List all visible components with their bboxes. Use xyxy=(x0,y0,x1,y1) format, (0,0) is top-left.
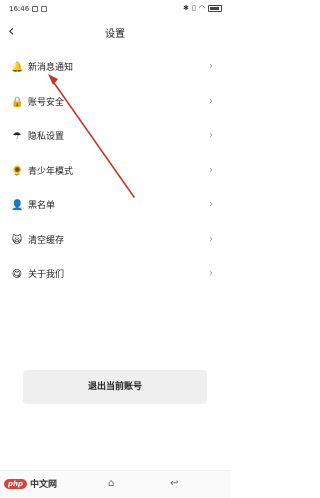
notification-icon xyxy=(41,6,48,12)
menu-item-privacy-settings[interactable]: ☂ 隐私设置 › xyxy=(0,121,230,156)
face-icon: 🙀 xyxy=(11,234,23,246)
menu-item-youth-mode[interactable]: 🌻 青少年模式 › xyxy=(0,156,230,191)
chevron-right-icon: › xyxy=(209,61,213,72)
home-icon[interactable]: ⌂ xyxy=(108,478,114,489)
status-left: 16:46 xyxy=(9,5,48,13)
notification-icon xyxy=(32,6,39,12)
nav-bar: ‹ 设置 xyxy=(0,20,230,44)
lock-icon: 🔒 xyxy=(11,96,24,108)
smile-icon: 😋 xyxy=(11,269,23,280)
menu-item-label: 青少年模式 xyxy=(28,166,74,177)
menu-item-label: 新消息通知 xyxy=(28,63,74,73)
menu-item-about-us[interactable]: 😋 关于我们 › xyxy=(0,259,230,294)
menu-item-label: 关于我们 xyxy=(28,270,65,280)
chevron-right-icon: › xyxy=(209,268,213,279)
chevron-right-icon: › xyxy=(209,199,213,210)
menu-item-blacklist[interactable]: 👤 黑名单 › xyxy=(0,190,230,225)
watermark: php 中文网 xyxy=(4,477,57,490)
menu-item-account-security[interactable]: 🔒 账号安全 › xyxy=(0,87,230,122)
back-icon[interactable]: ↩ xyxy=(170,478,178,489)
wifi-icon: ◠ xyxy=(198,4,205,12)
chevron-right-icon: › xyxy=(209,233,213,245)
settings-menu: 🔔 新消息通知 › 🔒 账号安全 › ☂ 隐私设置 › 🌻 青少年模式 › 👤 … xyxy=(0,52,230,294)
bell-icon: 🔔 xyxy=(11,62,24,73)
logout-button[interactable]: 退出当前账号 xyxy=(23,370,207,404)
system-nav-bar: php 中文网 ⌂ ↩ xyxy=(0,470,230,498)
watermark-badge: php xyxy=(4,478,28,489)
menu-item-label: 隐私设置 xyxy=(28,132,65,142)
status-time: 16:46 xyxy=(9,5,30,13)
watermark-text: 中文网 xyxy=(30,480,58,490)
menu-item-label: 黑名单 xyxy=(28,201,56,211)
person-icon: 👤 xyxy=(11,200,24,211)
battery-icon xyxy=(208,4,222,12)
menu-item-label: 清空缓存 xyxy=(28,235,65,246)
page-title: 设置 xyxy=(105,29,125,40)
bluetooth-icon: ✱ xyxy=(183,4,190,12)
menu-item-clear-cache[interactable]: 🙀 清空缓存 › xyxy=(0,225,230,260)
umbrella-icon: ☂ xyxy=(12,131,22,142)
menu-item-new-message-notification[interactable]: 🔔 新消息通知 › xyxy=(0,52,230,87)
sunflower-icon: 🌻 xyxy=(11,165,24,177)
chevron-right-icon: › xyxy=(209,164,213,176)
status-bar: 16:46 ✱ ▯ ◠ xyxy=(0,0,230,18)
chevron-right-icon: › xyxy=(209,95,213,107)
menu-item-label: 账号安全 xyxy=(28,97,65,108)
vibrate-icon: ▯ xyxy=(192,4,196,12)
status-right: ✱ ▯ ◠ xyxy=(183,4,222,12)
chevron-right-icon: › xyxy=(209,130,213,141)
